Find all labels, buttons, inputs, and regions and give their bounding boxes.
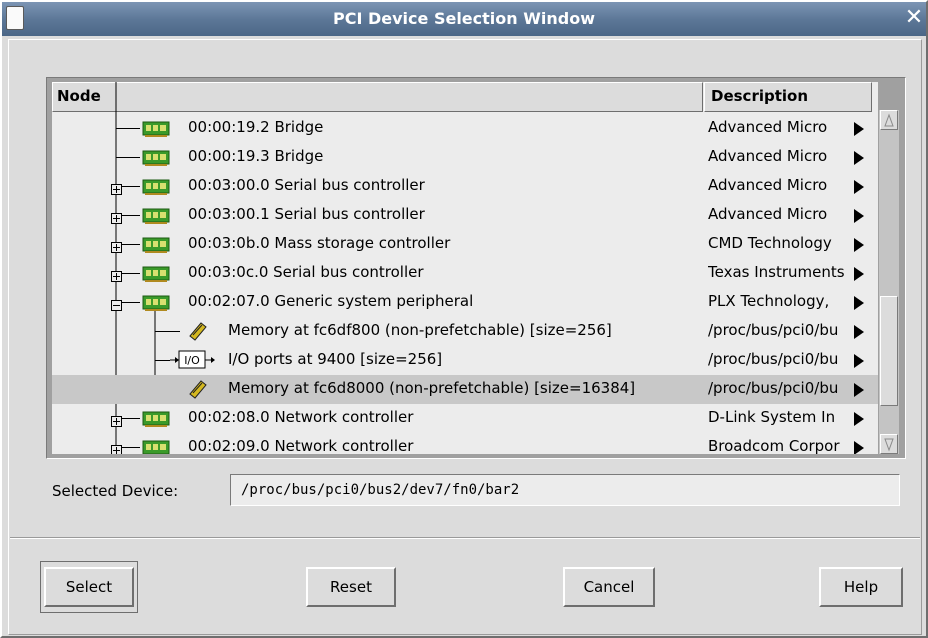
pci-device-selection-window: PCI Device Selection Window ✕ Node Descr… [0,0,928,638]
tree-row-label: 00:00:19.2 Bridge [188,118,324,136]
tree-row-label: 00:03:00.1 Serial bus controller [188,205,425,223]
truncation-arrow-icon [854,325,864,339]
memory-module-icon [187,320,209,346]
expand-plus-icon[interactable] [111,181,122,199]
expand-plus-icon[interactable] [111,413,122,431]
tree-row-label: I/O ports at 9400 [size=256] [228,350,443,368]
pci-card-icon [142,410,172,432]
tree-row-description: Advanced Micro [708,147,828,165]
tree-row-description: Advanced Micro [708,118,828,136]
selected-device-field[interactable]: /proc/bus/pci0/bus2/dev7/fn0/bar2 [230,474,900,506]
vertical-scrollbar[interactable] [879,110,899,454]
tree-row-label: Memory at fc6d8000 (non-prefetchable) [s… [228,379,636,397]
tree-row-description: PLX Technology, [708,292,830,310]
tree-header: Node Description [52,82,878,112]
tree-row[interactable]: Memory at fc6d8000 (non-prefetchable) [s… [52,375,878,404]
truncation-arrow-icon [854,441,864,454]
truncation-arrow-icon [854,238,864,252]
scrollbar-thumb[interactable] [880,296,898,406]
selected-device-label: Selected Device: [52,482,179,500]
tree-row[interactable]: 00:03:0c.0 Serial bus controller Texas In… [52,259,878,288]
tree-row[interactable]: 00:03:0b.0 Mass storage controller CMD Te… [52,230,878,259]
truncation-arrow-icon [854,151,864,165]
tree-row-description: Advanced Micro [708,205,828,223]
title-bar[interactable]: PCI Device Selection Window ✕ [2,2,926,36]
truncation-arrow-icon [854,354,864,368]
truncation-arrow-icon [854,180,864,194]
expand-plus-icon[interactable] [111,210,122,228]
tree-row-description: Advanced Micro [708,176,828,194]
tree-row-description: D-Link System In [708,408,836,426]
io-port-icon: I/O [170,350,218,374]
tree-row-label: 00:00:19.3 Bridge [188,147,324,165]
tree-row-description: Texas Instruments [708,263,845,281]
device-tree-panel: Node Description 00:00:19.2 Bridge Advanc… [46,77,906,459]
tree-row-label: 00:02:08.0 Network controller [188,408,414,426]
window-title: PCI Device Selection Window [333,9,595,28]
tree-row[interactable]: 00:02:09.0 Network controller Broadcom Co… [52,433,878,454]
tree-row-label: 00:03:0b.0 Mass storage controller [188,234,451,252]
pci-card-icon [142,294,172,316]
tree-row-label: Memory at fc6df800 (non-prefetchable) [s… [228,321,612,339]
tree-row-description: /proc/bus/pci0/bu [708,321,839,339]
tree-row-label: 00:02:09.0 Network controller [188,437,414,454]
tree-row-label: 00:03:00.0 Serial bus controller [188,176,425,194]
tree-row-description: Broadcom Corpor [708,437,840,454]
pci-card-icon [142,207,172,229]
tree-row[interactable]: 00:02:07.0 Generic system peripheral PLX … [52,288,878,317]
truncation-arrow-icon [854,209,864,223]
divider [10,537,920,539]
tree-row-description: /proc/bus/pci0/bu [708,350,839,368]
pci-card-icon [142,149,172,171]
tree-row[interactable]: 00:00:19.3 Bridge Advanced Micro [52,143,878,172]
column-header-description[interactable]: Description [704,82,872,112]
tree-row-description: CMD Technology [708,234,832,252]
truncation-arrow-icon [854,122,864,136]
scroll-up-arrow-icon[interactable] [880,110,898,130]
pci-card-icon [142,120,172,142]
tree-row[interactable]: 00:03:00.0 Serial bus controller Advanced… [52,172,878,201]
pci-card-icon [142,236,172,258]
cancel-button[interactable]: Cancel [563,567,655,607]
tree-row-label: 00:03:0c.0 Serial bus controller [188,263,424,281]
expand-plus-icon[interactable] [111,268,122,286]
collapse-minus-icon[interactable] [111,297,122,315]
expand-plus-icon[interactable] [111,239,122,257]
truncation-arrow-icon [854,383,864,397]
svg-text:I/O: I/O [184,354,200,367]
truncation-arrow-icon [854,267,864,281]
pci-card-icon [142,178,172,200]
tree-row-description: /proc/bus/pci0/bu [708,379,839,397]
column-header-node[interactable]: Node [52,82,703,112]
pci-card-icon [142,439,172,454]
tree-row[interactable]: Memory at fc6df800 (non-prefetchable) [s… [52,317,878,346]
scroll-down-arrow-icon[interactable] [880,434,898,454]
close-icon[interactable]: ✕ [902,7,926,31]
tree-row[interactable]: 00:03:00.1 Serial bus controller Advanced… [52,201,878,230]
tree-row[interactable]: I/O I/O ports at 9400 [size=256] /proc/bus… [52,346,878,375]
tree-row[interactable]: 00:02:08.0 Network controller D-Link Syst… [52,404,878,433]
tree-row[interactable]: 00:00:19.2 Bridge Advanced Micro [52,114,878,143]
reset-button[interactable]: Reset [306,567,396,607]
pci-card-icon [142,265,172,287]
expand-plus-icon[interactable] [111,442,122,454]
select-button[interactable]: Select [44,567,134,607]
help-button[interactable]: Help [819,567,903,607]
truncation-arrow-icon [854,296,864,310]
tree-row-label: 00:02:07.0 Generic system peripheral [188,292,474,310]
truncation-arrow-icon [854,412,864,426]
memory-module-icon [187,378,209,404]
device-tree[interactable]: Node Description 00:00:19.2 Bridge Advanc… [52,82,878,454]
